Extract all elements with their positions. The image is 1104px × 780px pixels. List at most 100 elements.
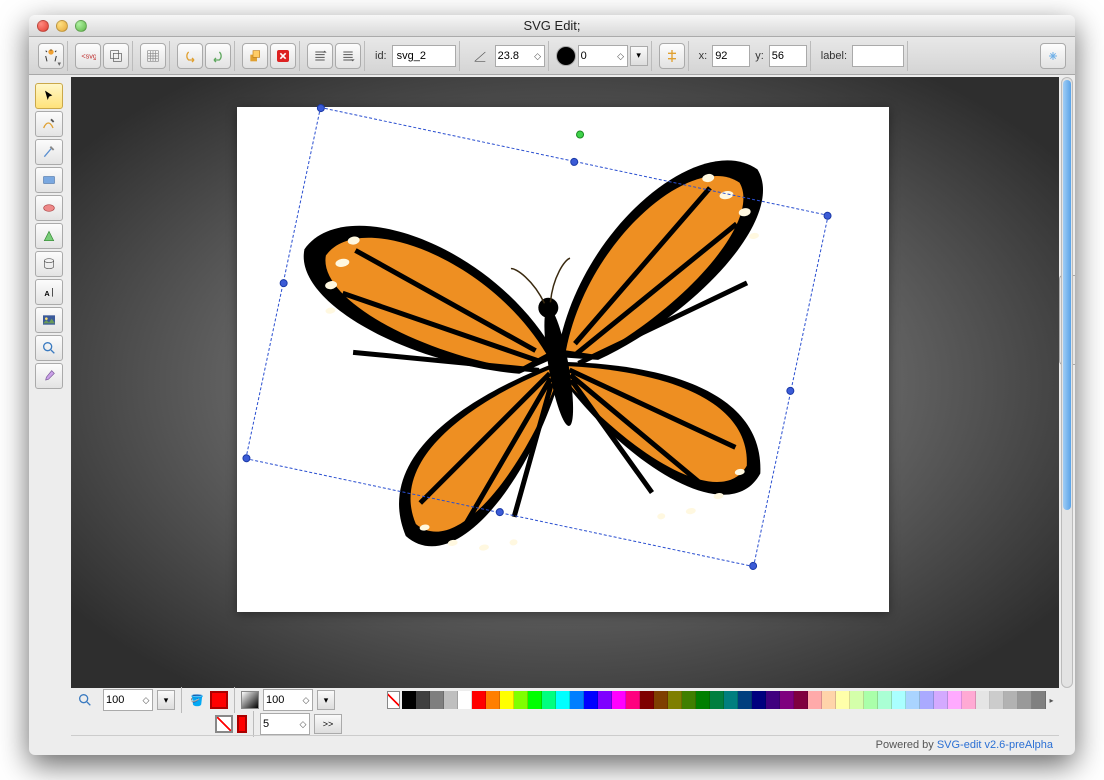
stroke-color-alt[interactable] xyxy=(237,715,247,733)
id-input[interactable] xyxy=(392,45,456,67)
canvas-area[interactable] xyxy=(71,77,1059,688)
palette-swatch[interactable] xyxy=(766,691,780,709)
rect-tool[interactable] xyxy=(35,167,63,193)
move-bottom-button[interactable] xyxy=(335,43,361,69)
palette-swatch[interactable] xyxy=(1032,691,1046,709)
align-button[interactable] xyxy=(659,43,685,69)
palette-swatch[interactable] xyxy=(738,691,752,709)
main-menu-button[interactable] xyxy=(38,43,64,69)
opacity-input[interactable]: ◇ xyxy=(263,689,313,711)
palette-swatch[interactable] xyxy=(808,691,822,709)
fill-paint-icon: 🪣 xyxy=(188,691,206,709)
palette-swatch[interactable] xyxy=(640,691,654,709)
line-tool[interactable] xyxy=(35,139,63,165)
palette-swatch[interactable] xyxy=(878,691,892,709)
text-tool[interactable]: A xyxy=(35,279,63,305)
x-input[interactable] xyxy=(712,45,750,67)
y-label: y: xyxy=(755,50,764,62)
palette-swatch[interactable] xyxy=(864,691,878,709)
palette-swatch[interactable] xyxy=(458,691,472,709)
ellipse-tool[interactable] xyxy=(35,195,63,221)
palette-swatch[interactable] xyxy=(514,691,528,709)
delete-button[interactable] xyxy=(270,43,296,69)
palette-swatch[interactable] xyxy=(500,691,514,709)
angle-input[interactable]: ◇ xyxy=(495,45,545,67)
palette-swatch[interactable] xyxy=(598,691,612,709)
image-tool[interactable] xyxy=(35,307,63,333)
zoom-icon xyxy=(71,687,99,713)
palette-swatch[interactable] xyxy=(626,691,640,709)
palette-swatch[interactable] xyxy=(682,691,696,709)
palette-swatch[interactable] xyxy=(472,691,486,709)
palette-swatch[interactable] xyxy=(486,691,500,709)
zoom-input[interactable]: ◇ xyxy=(103,689,153,711)
palette-swatch[interactable] xyxy=(920,691,934,709)
footer-link[interactable]: SVG-edit v2.6-preAlpha xyxy=(937,739,1053,751)
svg-canvas[interactable] xyxy=(237,107,889,612)
zoom-tool[interactable] xyxy=(35,335,63,361)
window-title: SVG Edit; xyxy=(29,18,1075,33)
show-grid-button[interactable] xyxy=(140,43,166,69)
palette-swatch[interactable] xyxy=(962,691,976,709)
opacity-dropdown[interactable]: ▾ xyxy=(317,690,335,710)
label-input[interactable] xyxy=(852,45,904,67)
stroke-dash-select[interactable]: >> xyxy=(314,714,342,734)
palette-swatch[interactable] xyxy=(934,691,948,709)
stroke-color-swatch[interactable] xyxy=(215,715,233,733)
fill-color-swatch[interactable] xyxy=(210,691,228,709)
select-tool[interactable] xyxy=(35,83,63,109)
blur-dropdown[interactable]: ▾ xyxy=(630,46,648,66)
clone-button[interactable] xyxy=(242,43,268,69)
palette-swatch[interactable] xyxy=(780,691,794,709)
palette-swatch[interactable] xyxy=(822,691,836,709)
palette-swatch[interactable] xyxy=(612,691,626,709)
palette-swatch[interactable] xyxy=(1018,691,1032,709)
redo-button[interactable] xyxy=(205,43,231,69)
palette-swatch[interactable] xyxy=(668,691,682,709)
palette-swatch[interactable] xyxy=(1004,691,1018,709)
palette-swatch[interactable] xyxy=(976,691,990,709)
palette-swatch[interactable] xyxy=(794,691,808,709)
palette-swatch[interactable] xyxy=(990,691,1004,709)
palette-swatch[interactable] xyxy=(542,691,556,709)
blur-input[interactable]: ◇ xyxy=(578,45,628,67)
main-toolbar: <svg> id: ◇ ◇ ▾ xyxy=(29,37,1075,75)
palette-swatch[interactable] xyxy=(850,691,864,709)
stroke-width-input[interactable]: ◇ xyxy=(260,713,310,735)
palette-scroll[interactable]: ▸ xyxy=(1046,696,1057,705)
tool-palette: A xyxy=(35,83,67,389)
palette-swatch[interactable] xyxy=(416,691,430,709)
palette-swatch[interactable] xyxy=(696,691,710,709)
palette-swatch[interactable] xyxy=(528,691,542,709)
vertical-scrollbar[interactable] xyxy=(1061,77,1073,688)
undo-button[interactable] xyxy=(177,43,203,69)
palette-swatch[interactable] xyxy=(948,691,962,709)
wireframe-mode-button[interactable] xyxy=(103,43,129,69)
palette-swatch[interactable] xyxy=(906,691,920,709)
zoom-dropdown[interactable]: ▾ xyxy=(157,690,175,710)
palette-swatch[interactable] xyxy=(556,691,570,709)
move-top-button[interactable] xyxy=(307,43,333,69)
palette-swatch[interactable] xyxy=(892,691,906,709)
color-palette: ▸ xyxy=(387,689,1057,711)
palette-swatch[interactable] xyxy=(654,691,668,709)
shapelib-tool[interactable] xyxy=(35,251,63,277)
edit-source-button[interactable]: <svg> xyxy=(75,43,101,69)
footer: Powered by SVG-edit v2.6-preAlpha xyxy=(71,735,1059,753)
palette-swatch[interactable] xyxy=(836,691,850,709)
palette-swatch[interactable] xyxy=(402,691,416,709)
eyedropper-tool[interactable] xyxy=(35,363,63,389)
path-tool[interactable] xyxy=(35,223,63,249)
palette-swatch[interactable] xyxy=(710,691,724,709)
palette-swatch[interactable] xyxy=(752,691,766,709)
fhpath-tool[interactable] xyxy=(35,111,63,137)
no-color-swatch[interactable] xyxy=(387,691,400,709)
palette-swatch[interactable] xyxy=(724,691,738,709)
palette-swatch[interactable] xyxy=(430,691,444,709)
palette-swatch[interactable] xyxy=(570,691,584,709)
x-label: x: xyxy=(699,50,708,62)
palette-swatch[interactable] xyxy=(584,691,598,709)
y-input[interactable] xyxy=(769,45,807,67)
palette-swatch[interactable] xyxy=(444,691,458,709)
shortcut-button[interactable] xyxy=(1040,43,1066,69)
